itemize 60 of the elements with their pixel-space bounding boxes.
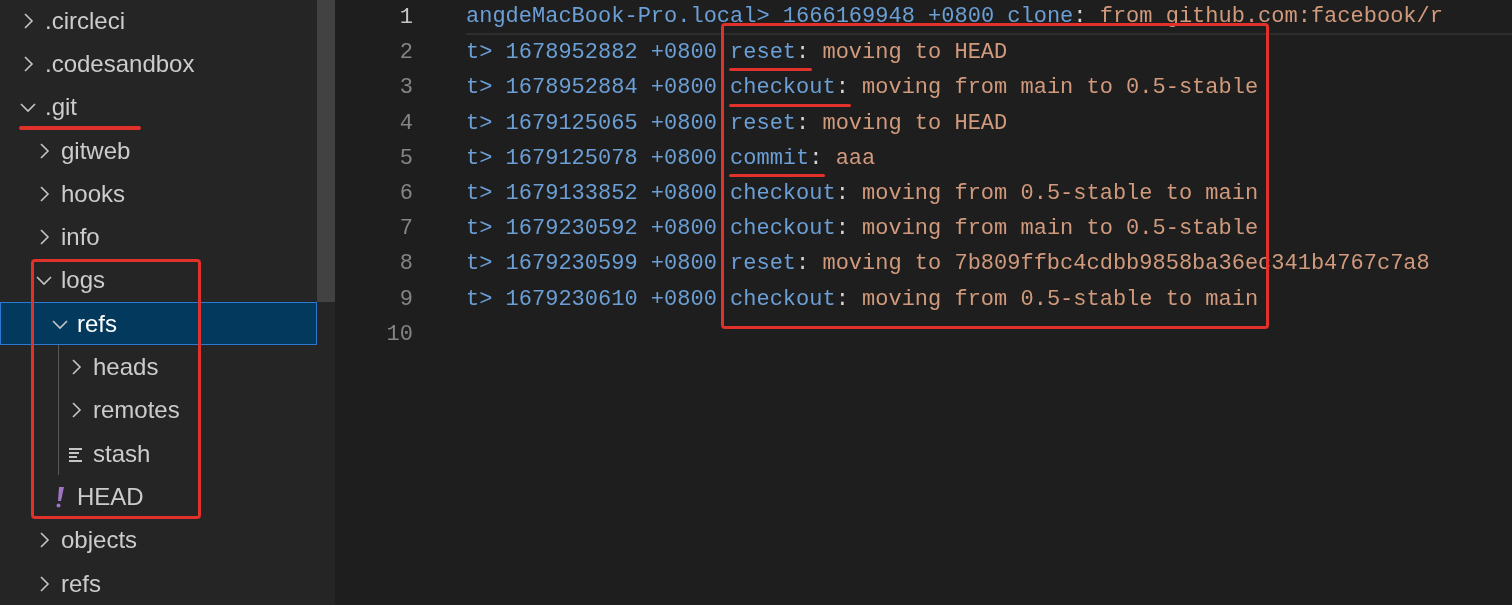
log-separator: : [1073,3,1087,32]
log-action: reset [730,39,797,68]
line-number: 6 [399,180,413,209]
log-message: moving from 0.5-stable to main [862,285,1259,314]
line-number: 5 [399,144,413,173]
tree-item[interactable]: remotes [66,398,180,423]
log-prefix: t> 1679125065 +0800 [466,109,717,138]
log-prefix: t> 1678952882 +0800 [466,39,717,68]
log-prefix: t> 1679230592 +0800 [466,215,717,244]
log-prefix: t> 1679230599 +0800 [466,250,717,279]
line-number: 3 [399,74,413,103]
line-number: 1 [399,4,413,33]
log-separator: : [835,215,849,244]
log-prefix: t> 1679133852 +0800 [466,180,717,209]
log-message: moving from 0.5-stable to main [862,180,1259,209]
tree-item[interactable]: logs [34,268,106,293]
tree-item[interactable]: refs [50,311,117,336]
tree-item[interactable]: HEAD [50,484,144,509]
log-action: commit [730,144,810,173]
tree-item[interactable]: .codesandbox [18,51,195,76]
log-message: moving to HEAD [822,39,1008,68]
tree-item[interactable]: .circleci [18,8,125,33]
line-number: 10 [386,320,413,349]
log-prefix: t> 1679230610 +0800 [466,285,717,314]
log-separator: : [796,109,810,138]
line-number: 4 [399,109,413,138]
log-action: checkout [730,285,836,314]
log-message: aaa [835,144,876,173]
log-action: checkout [730,215,836,244]
tree-item[interactable]: hooks [34,181,126,206]
log-message: moving to HEAD [822,109,1008,138]
log-prefix: t> 1678952884 +0800 [466,74,717,103]
line-number: 2 [399,39,413,68]
log-action: checkout [730,74,836,103]
tree-item[interactable]: info [34,225,100,250]
line-number: 7 [399,215,413,244]
log-action: reset [730,250,797,279]
log-separator: : [809,144,823,173]
log-message: from github.com:facebook/r [1099,3,1443,32]
log-separator: : [835,74,849,103]
line-number: 9 [399,285,413,314]
tree-item[interactable]: heads [66,355,159,379]
scrollbar-thumb[interactable] [317,0,335,302]
tree-item[interactable]: refs [34,571,101,596]
tree-item[interactable]: stash [66,441,151,466]
log-separator: : [835,180,849,209]
log-message: moving from main to 0.5-stable [862,215,1259,244]
log-action: clone [1007,3,1074,32]
log-prefix: angdeMacBook-Pro.local> 1666169948 +0800 [466,3,995,32]
log-separator: : [835,285,849,314]
log-separator: : [796,39,810,68]
log-prefix: t> 1679125078 +0800 [466,144,717,173]
log-action: reset [730,109,797,138]
log-action: checkout [730,180,836,209]
log-separator: : [796,250,810,279]
tree-item[interactable]: objects [34,528,138,553]
tree-item[interactable]: gitweb [34,138,131,163]
line-number: 8 [399,250,413,279]
log-message: moving from main to 0.5-stable [862,74,1259,103]
tree-item[interactable]: .git [18,95,77,120]
